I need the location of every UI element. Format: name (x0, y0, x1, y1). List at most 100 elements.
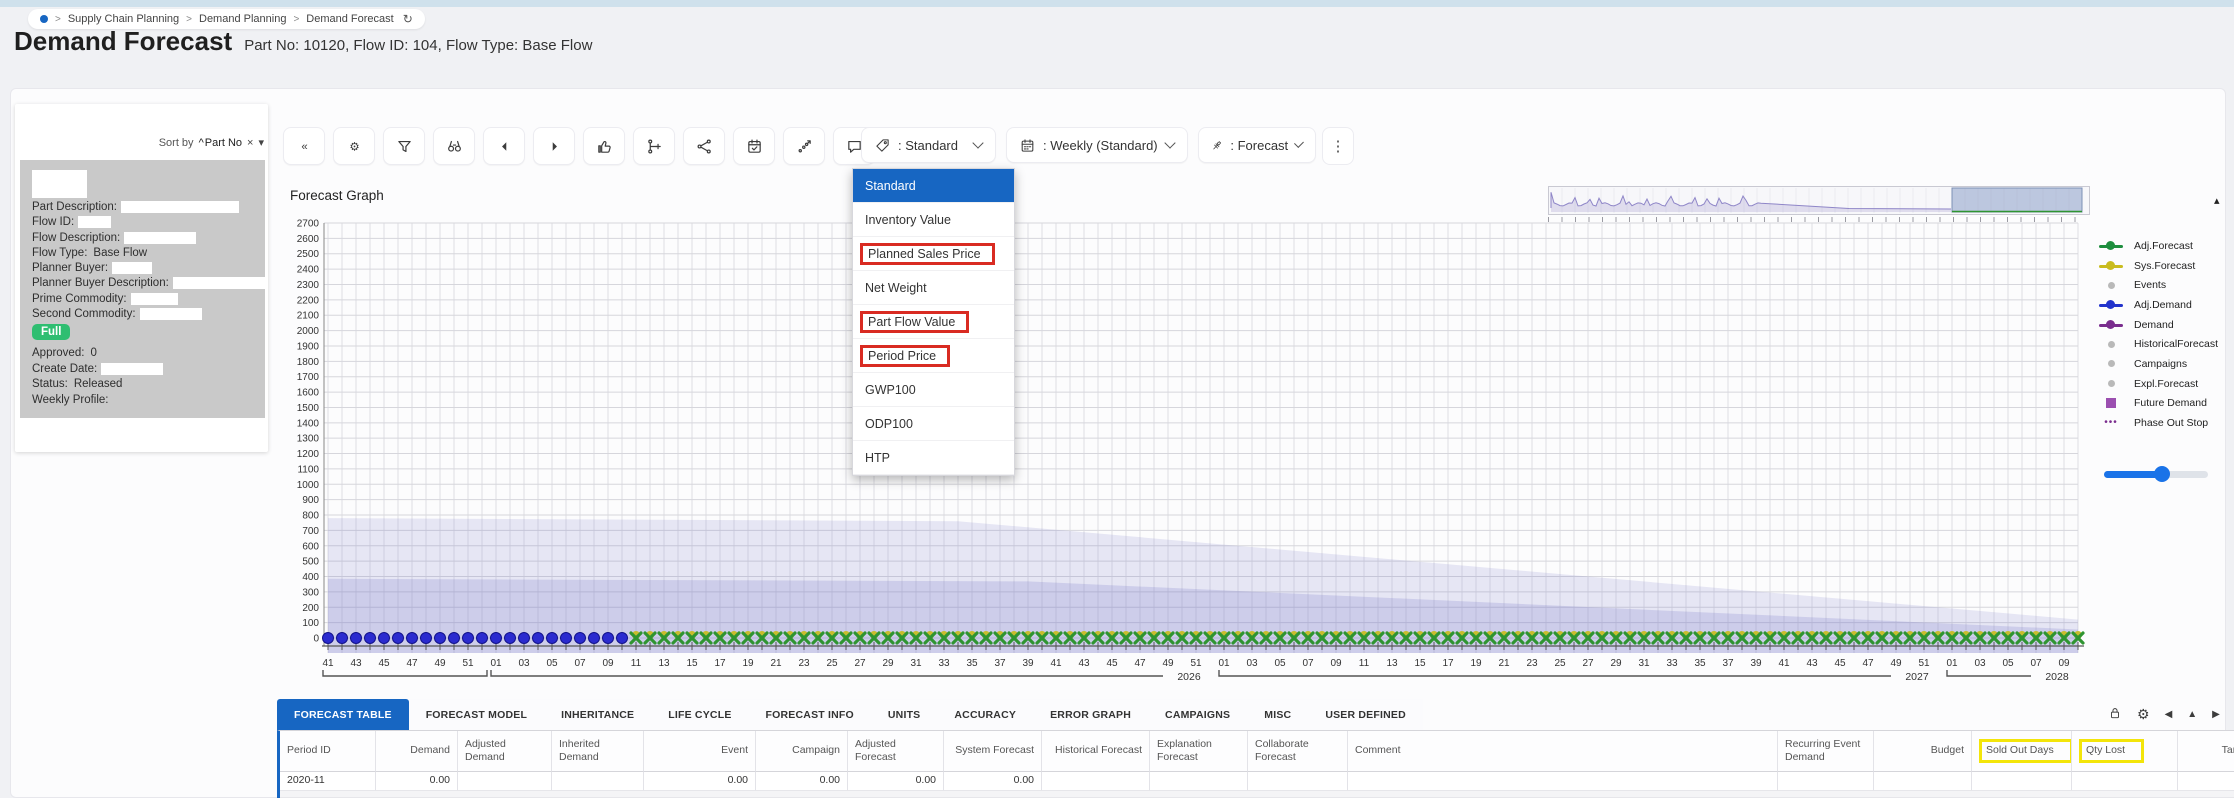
table-prev-icon[interactable]: ◀ (2165, 709, 2173, 720)
mode-dropdown[interactable]: : Forecast (1198, 127, 1316, 163)
tab-error-graph[interactable]: ERROR GRAPH (1033, 699, 1149, 730)
svg-text:09: 09 (602, 658, 614, 669)
scatter-button[interactable] (783, 127, 825, 165)
menu-item-inventory-value[interactable]: Inventory Value (853, 203, 1014, 237)
table-cell-comment[interactable] (1348, 772, 1778, 791)
menu-item-standard[interactable]: Standard (853, 169, 1014, 203)
legend-item-future-demand[interactable]: Future Demand (2098, 394, 2234, 414)
table-cell-event[interactable]: 0.00 (644, 772, 756, 791)
table-cell-qty-lost[interactable] (2072, 772, 2178, 791)
svg-text:1300: 1300 (297, 434, 320, 445)
table-collapse-icon[interactable]: ▲ (2187, 709, 2197, 720)
table-cell-target-sales[interactable] (2178, 772, 2234, 791)
collapse-sidebar-icon: « (301, 141, 307, 153)
calendar-check-button[interactable] (733, 127, 775, 165)
legend-collapse-icon[interactable]: ▴ (2214, 194, 2220, 207)
menu-item-part-flow-value[interactable]: Part Flow Value (853, 305, 1014, 339)
overview-minimap[interactable] (1548, 186, 2090, 215)
legend-item-events[interactable]: Events (2098, 275, 2234, 295)
field-label: Planner Buyer: (32, 262, 109, 275)
slider-knob[interactable] (2154, 466, 2170, 482)
legend-item-adj-demand[interactable]: Adj.Demand (2098, 295, 2234, 315)
table-cell-period-id[interactable]: 2020-11 (280, 772, 376, 791)
svg-text:41: 41 (1050, 658, 1062, 669)
hierarchy-button[interactable] (633, 127, 675, 165)
settings-button[interactable]: ⚙ (333, 127, 375, 165)
menu-item-gwp100[interactable]: GWP100 (853, 373, 1014, 407)
refresh-icon[interactable]: ↻ (403, 12, 413, 26)
legend-item-historicalforecast[interactable]: HistoricalForecast (2098, 334, 2234, 354)
zoom-slider[interactable] (2104, 466, 2208, 482)
tab-user-defined[interactable]: USER DEFINED (1308, 699, 1423, 730)
menu-item-label: Period Price (860, 344, 951, 367)
tab-life-cycle[interactable]: LIFE CYCLE (651, 699, 749, 730)
table-cell-inherited-demand[interactable] (552, 772, 644, 791)
more-options-button[interactable]: ⋮ (1322, 127, 1354, 165)
menu-item-htp[interactable]: HTP (853, 441, 1014, 475)
top-strip (0, 0, 2234, 7)
tab-units[interactable]: UNITS (870, 699, 938, 730)
tab-misc[interactable]: MISC (1247, 699, 1309, 730)
settings-icon: ⚙ (349, 141, 359, 153)
svg-text:2400: 2400 (297, 265, 320, 276)
breadcrumb-item-demand-forecast[interactable]: Demand Forecast (306, 13, 393, 25)
find-button[interactable] (433, 127, 475, 165)
svg-text:23: 23 (798, 658, 810, 669)
status-badge: Full (32, 324, 71, 340)
table-cell-adjusted-demand[interactable] (458, 772, 552, 791)
menu-item-odp100[interactable]: ODP100 (853, 407, 1014, 441)
sort-asc-icon[interactable]: ^ (199, 137, 204, 149)
table-next-icon[interactable]: ▶ (2212, 709, 2220, 720)
filter-button[interactable] (383, 127, 425, 165)
clear-sort-icon[interactable]: × (247, 137, 253, 149)
legend-item-adj-forecast[interactable]: Adj.Forecast (2098, 236, 2234, 256)
table-cell-explanation-forecast[interactable] (1150, 772, 1248, 791)
breadcrumb-item-supply-chain-planning[interactable]: Supply Chain Planning (68, 13, 179, 25)
menu-item-period-price[interactable]: Period Price (853, 339, 1014, 373)
home-dot-icon[interactable] (40, 15, 48, 23)
sort-caret-down-icon[interactable]: ▾ (258, 136, 264, 149)
svg-text:03: 03 (1246, 658, 1258, 669)
period-dropdown[interactable]: : Weekly (Standard) (1006, 127, 1188, 163)
table-cell-budget[interactable] (1874, 772, 1972, 791)
previous-button[interactable] (483, 127, 525, 165)
legend-item-campaigns[interactable]: Campaigns (2098, 354, 2234, 374)
legend-item-expl-forecast[interactable]: Expl.Forecast (2098, 374, 2234, 394)
table-settings-gear-icon[interactable]: ⚙ (2137, 706, 2150, 723)
approve-button[interactable] (583, 127, 625, 165)
table-cell-demand[interactable]: 0.00 (376, 772, 458, 791)
legend-item-sys-forecast[interactable]: Sys.Forecast (2098, 256, 2234, 276)
legend-label: Adj.Forecast (2134, 239, 2193, 252)
next-button[interactable] (533, 127, 575, 165)
table-cell-adjusted-forecast[interactable]: 0.00 (848, 772, 944, 791)
breadcrumb-item-demand-planning[interactable]: Demand Planning (199, 13, 286, 25)
value-type-dropdown[interactable]: : Standard (861, 127, 996, 163)
table-cell-collaborate-forecast[interactable] (1248, 772, 1348, 791)
tab-forecast-info[interactable]: FORECAST INFO (748, 699, 871, 730)
table-cell-recurring-event-demand[interactable] (1778, 772, 1874, 791)
tab-inheritance[interactable]: INHERITANCE (544, 699, 652, 730)
column-header-label: Recurring Event Demand (1785, 737, 1861, 763)
legend-item-demand[interactable]: Demand (2098, 315, 2234, 335)
menu-item-planned-sales-price[interactable]: Planned Sales Price (853, 237, 1014, 271)
tab-forecast-table[interactable]: FORECAST TABLE (277, 699, 409, 730)
legend-marker-icon (2098, 397, 2124, 409)
lock-icon[interactable] (2108, 706, 2122, 723)
distribute-button[interactable] (683, 127, 725, 165)
menu-item-net-weight[interactable]: Net Weight (853, 271, 1014, 305)
collapse-sidebar-button[interactable]: « (283, 127, 325, 165)
table-cell-system-forecast[interactable]: 0.00 (944, 772, 1042, 791)
value-type-menu: Standard Inventory Value Planned Sales Pri… (852, 168, 1015, 476)
column-header-qty-lost: Qty Lost (2072, 731, 2178, 772)
table-cell-campaign[interactable]: 0.00 (756, 772, 848, 791)
table-cell-sold-out-days[interactable] (1972, 772, 2072, 791)
svg-text:01: 01 (1218, 658, 1230, 669)
svg-text:1900: 1900 (297, 341, 320, 352)
tab-campaigns[interactable]: CAMPAIGNS (1148, 699, 1248, 730)
tab-forecast-model[interactable]: FORECAST MODEL (408, 699, 545, 730)
table-cell-historical-forecast[interactable] (1042, 772, 1150, 791)
legend-item-phase-out-stop[interactable]: ••• Phase Out Stop (2098, 413, 2234, 433)
column-header-label: Adjusted Forecast (855, 737, 896, 763)
tab-accuracy[interactable]: ACCURACY (937, 699, 1034, 730)
sort-field[interactable]: Part No (205, 137, 242, 149)
